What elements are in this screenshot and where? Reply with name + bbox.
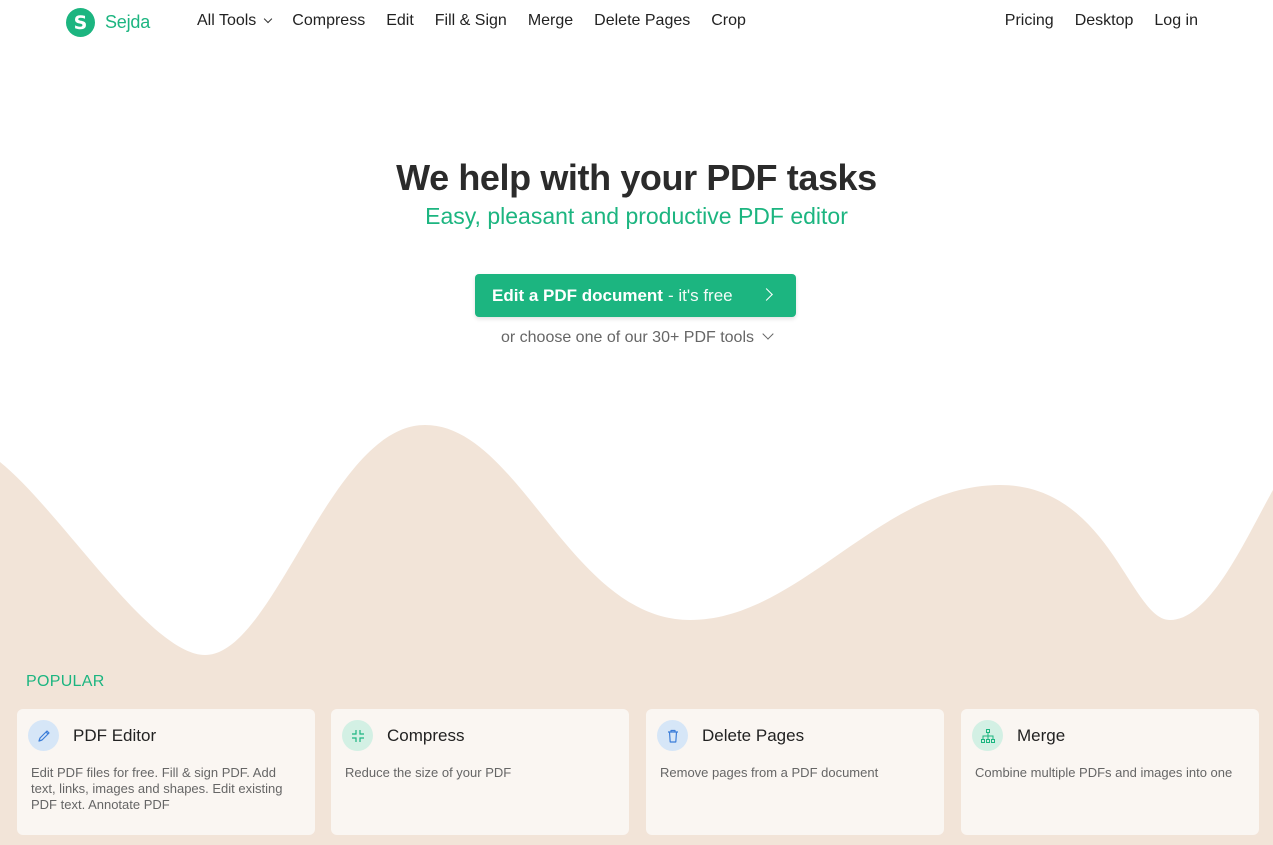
- pencil-icon: [28, 720, 59, 751]
- nav-links: All Tools Compress Edit Fill & Sign Merg…: [197, 12, 746, 30]
- hero-title: We help with your PDF tasks: [396, 157, 877, 198]
- chevron-down-icon: [264, 14, 273, 23]
- card-title: Compress: [387, 726, 465, 745]
- nav-desktop[interactable]: Desktop: [1075, 12, 1134, 30]
- chevron-right-icon: [760, 288, 773, 301]
- nav-all-tools-label: All Tools: [197, 12, 257, 29]
- chevron-down-icon: [762, 328, 774, 340]
- card-title: Delete Pages: [702, 726, 805, 745]
- card-description: Remove pages from a PDF document: [660, 765, 879, 780]
- cta-free-label: - it's free: [667, 285, 733, 305]
- nav-fill-sign[interactable]: Fill & Sign: [435, 12, 507, 30]
- sejda-logo[interactable]: S Sejda: [66, 8, 150, 37]
- popular-heading: POPULAR: [26, 673, 105, 690]
- tool-card-pdf-editor[interactable]: PDF Editor Edit PDF files for free. Fill…: [17, 709, 315, 835]
- nav-merge[interactable]: Merge: [528, 12, 573, 30]
- merge-icon: [972, 720, 1003, 751]
- tool-card-compress[interactable]: Compress Reduce the size of your PDF: [331, 709, 629, 835]
- nav-delete-pages[interactable]: Delete Pages: [594, 12, 690, 30]
- hero-subtitle: Easy, pleasant and productive PDF editor: [425, 203, 848, 229]
- card-description: Edit PDF files for free. Fill & sign PDF…: [31, 765, 283, 812]
- card-description: Combine multiple PDFs and images into on…: [975, 765, 1233, 780]
- nav-all-tools[interactable]: All Tools: [197, 12, 273, 30]
- nav-pricing[interactable]: Pricing: [1005, 12, 1054, 30]
- nav-edit[interactable]: Edit: [386, 12, 414, 30]
- nav-compress[interactable]: Compress: [292, 12, 365, 30]
- top-nav: S Sejda All Tools Compress Edit Fill & S…: [0, 0, 1273, 46]
- logo-text: Sejda: [105, 12, 151, 32]
- tool-card-delete-pages[interactable]: Delete Pages Remove pages from a PDF doc…: [646, 709, 944, 835]
- logo-badge-icon: S: [66, 8, 95, 37]
- choose-tools-link[interactable]: or choose one of our 30+ PDF tools: [0, 328, 1273, 347]
- card-title: Merge: [1017, 726, 1066, 745]
- choose-tools-label: or choose one of our 30+ PDF tools: [500, 329, 755, 346]
- card-description: Reduce the size of your PDF: [345, 765, 512, 780]
- cta-main-label: Edit a PDF document: [492, 285, 663, 305]
- card-title: PDF Editor: [73, 726, 157, 745]
- edit-pdf-button[interactable]: Edit a PDF document - it's free: [475, 274, 796, 317]
- nav-right: Pricing Desktop Log in: [1005, 12, 1198, 30]
- nav-crop[interactable]: Crop: [711, 12, 746, 30]
- trash-icon: [657, 720, 688, 751]
- tool-card-merge[interactable]: Merge Combine multiple PDFs and images i…: [961, 709, 1259, 835]
- compress-icon: [342, 720, 373, 751]
- nav-login[interactable]: Log in: [1154, 12, 1198, 30]
